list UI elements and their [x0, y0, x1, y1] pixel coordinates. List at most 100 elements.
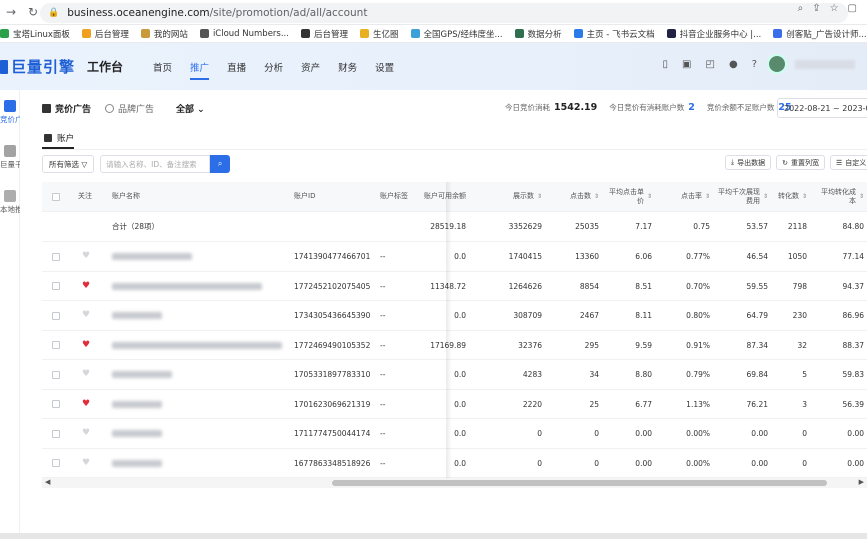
- column-header[interactable]: 平均千次展现费用 ⇕: [714, 182, 768, 212]
- scope-dropdown[interactable]: 全部 ⌄: [176, 102, 205, 115]
- help-icon[interactable]: ?: [752, 59, 757, 70]
- custom-columns-button[interactable]: ☰ 自定义: [829, 155, 867, 170]
- scroll-right-icon[interactable]: ▶: [859, 478, 864, 486]
- favorite-heart-icon[interactable]: ♥: [82, 311, 90, 320]
- bookmark-item[interactable]: 生亿圈: [359, 28, 399, 40]
- account-name-blurred[interactable]: [112, 282, 262, 290]
- column-header[interactable]: 点击数 ⇕: [547, 182, 599, 212]
- address-bar[interactable]: 🔒 business.oceanengine.com/site/promotio…: [40, 3, 848, 23]
- table-row[interactable]: ♥ 1701623069621319 -- 0.0 2220 25 6.77 1.13% 76.…: [42, 390, 867, 419]
- row-checkbox[interactable]: [52, 311, 60, 320]
- favorite-heart-icon[interactable]: ♥: [82, 458, 90, 468]
- bookmark-item[interactable]: iCloud Numbers...: [199, 29, 289, 39]
- account-name-blurred[interactable]: [112, 312, 162, 319]
- account-name-blurred[interactable]: [112, 400, 162, 408]
- column-header[interactable]: 账户ID: [294, 182, 374, 212]
- tab-account[interactable]: 账户: [44, 131, 74, 145]
- search-input[interactable]: 请输入名称、ID、备注搜索: [100, 155, 211, 173]
- column-header[interactable]: 展示数 ⇕: [472, 182, 542, 212]
- scroll-left-icon[interactable]: ◀: [45, 478, 50, 486]
- all-filters-button[interactable]: 所有筛选 ▽: [42, 155, 95, 173]
- sort-icon[interactable]: ⇕: [647, 193, 652, 201]
- favorite-heart-icon[interactable]: ♥: [82, 370, 90, 379]
- select-all-checkbox[interactable]: [52, 193, 60, 201]
- zoom-icon[interactable]: ⌕: [798, 3, 804, 14]
- forward-icon[interactable]: →: [0, 1, 22, 23]
- sort-icon[interactable]: ⇕: [859, 193, 864, 201]
- favorite-heart-icon[interactable]: ♥: [82, 399, 90, 409]
- table-row[interactable]: ♥ 1705331897783310 -- 0.0 4283 34 8.80 0.79% 69.…: [42, 360, 867, 390]
- table-row[interactable]: ♥ 1772469490105352 -- 17169.89 32376 295 9.59 0…: [42, 331, 867, 360]
- sort-icon[interactable]: ⇕: [594, 193, 599, 201]
- column-header[interactable]: 账户可用余额: [422, 182, 466, 212]
- column-header[interactable]: 关注: [78, 182, 108, 212]
- horizontal-scrollbar[interactable]: ◀ ▶: [42, 478, 867, 488]
- tab-brand-ads[interactable]: 品牌广告: [105, 102, 154, 115]
- bookmark-item[interactable]: 我的网站: [140, 28, 188, 40]
- menu-item[interactable]: 设置: [375, 43, 394, 90]
- export-data-button[interactable]: ⤓ 导出数据: [725, 155, 772, 170]
- row-checkbox[interactable]: [52, 370, 60, 379]
- row-checkbox[interactable]: [52, 282, 60, 290]
- bookmark-item[interactable]: 数据分析: [514, 28, 562, 40]
- sort-icon[interactable]: ⇕: [802, 193, 807, 201]
- reset-column-width-button[interactable]: ↻ 重置列宽: [776, 155, 825, 170]
- sidebar-item[interactable]: 本地推: [0, 190, 20, 215]
- account-name-blurred[interactable]: [112, 430, 162, 437]
- column-header[interactable]: 转化数 ⇕: [772, 182, 807, 212]
- bookmark-star-icon[interactable]: ☆: [830, 3, 839, 14]
- account-name-blurred[interactable]: [112, 253, 192, 260]
- favorite-heart-icon[interactable]: ♥: [82, 281, 90, 291]
- bookmark-item[interactable]: 创客贴_广告设计师...: [773, 28, 867, 40]
- row-checkbox[interactable]: [52, 252, 60, 261]
- menu-item[interactable]: 推广: [190, 43, 210, 90]
- phone-icon[interactable]: ▯: [663, 59, 669, 70]
- bookmark-item[interactable]: 抖音企业服务中心 |...: [666, 28, 761, 40]
- account-name-blurred[interactable]: [112, 341, 282, 349]
- row-checkbox[interactable]: [52, 429, 60, 438]
- search-button[interactable]: ⌕: [210, 155, 231, 173]
- column-header[interactable]: 点击率 ⇕: [660, 182, 710, 212]
- logo[interactable]: 巨量引擎: [0, 56, 75, 77]
- account-name-blurred[interactable]: [112, 459, 162, 467]
- extension-icon[interactable]: ▢: [848, 3, 857, 14]
- menu-item[interactable]: 资产: [301, 43, 320, 90]
- column-header[interactable]: 平均点击单价 ⇕: [602, 182, 652, 212]
- task-icon[interactable]: ▣: [682, 59, 691, 70]
- favorite-heart-icon[interactable]: ♥: [82, 252, 90, 261]
- bookmark-item[interactable]: 全国GPS/经纬度坐...: [410, 28, 503, 40]
- bookmark-item[interactable]: 后台管理: [81, 28, 129, 40]
- favorite-heart-icon[interactable]: ♥: [82, 340, 90, 350]
- favorite-heart-icon[interactable]: ♥: [82, 429, 90, 438]
- user-name-blurred[interactable]: [795, 60, 855, 69]
- menu-item[interactable]: 分析: [264, 43, 283, 90]
- bell-icon[interactable]: ●: [729, 59, 738, 70]
- share-icon[interactable]: ⇪: [812, 3, 820, 14]
- table-row[interactable]: ♥ 1711774750044174 -- 0.0 0 0 0.00 0.00% 0.00 0 0.…: [42, 419, 867, 449]
- table-row[interactable]: ♥ 1741390477466701 -- 0.0 1740415 13360 6.06 0.…: [42, 242, 867, 272]
- sidebar-item[interactable]: 巨量千川: [0, 145, 20, 170]
- column-header[interactable]: 平均转化成本 ⇕: [814, 182, 864, 212]
- row-checkbox[interactable]: [52, 341, 60, 349]
- table-row[interactable]: ♥ 1772452102075405 -- 11348.72 1264626 8854 8.…: [42, 272, 867, 301]
- menu-item[interactable]: 财务: [338, 43, 357, 90]
- bookmark-item[interactable]: 后台管理: [300, 28, 348, 40]
- scrollbar-thumb[interactable]: [332, 480, 827, 486]
- menu-item[interactable]: 首页: [153, 43, 172, 90]
- sort-icon[interactable]: ⇕: [763, 193, 768, 201]
- sidebar-item[interactable]: 竞价广告: [0, 100, 20, 125]
- avatar[interactable]: [767, 54, 787, 74]
- table-row[interactable]: ♥ 1677863348518926 -- 0.0 0 0 0.00 0.00% 0.00 0 0.…: [42, 449, 867, 478]
- sort-icon[interactable]: ⇕: [705, 193, 710, 201]
- row-checkbox[interactable]: [52, 459, 60, 467]
- tab-bidding-ads[interactable]: 竞价广告: [42, 102, 91, 115]
- bookmark-item[interactable]: 主页 - 飞书云文档: [573, 28, 655, 40]
- row-checkbox[interactable]: [52, 400, 60, 408]
- table-row[interactable]: ♥ 1734305436645390 -- 0.0 308709 2467 8.11 0.80…: [42, 301, 867, 331]
- account-name-blurred[interactable]: [112, 371, 172, 378]
- column-header[interactable]: 账户名称: [112, 182, 232, 212]
- sort-icon[interactable]: ⇕: [537, 193, 542, 201]
- date-range-picker[interactable]: 2022-08-21 ~ 2023-08-2: [777, 98, 867, 118]
- menu-item[interactable]: 直播: [227, 43, 246, 90]
- bookmark-item[interactable]: 宝塔Linux面板: [0, 28, 70, 40]
